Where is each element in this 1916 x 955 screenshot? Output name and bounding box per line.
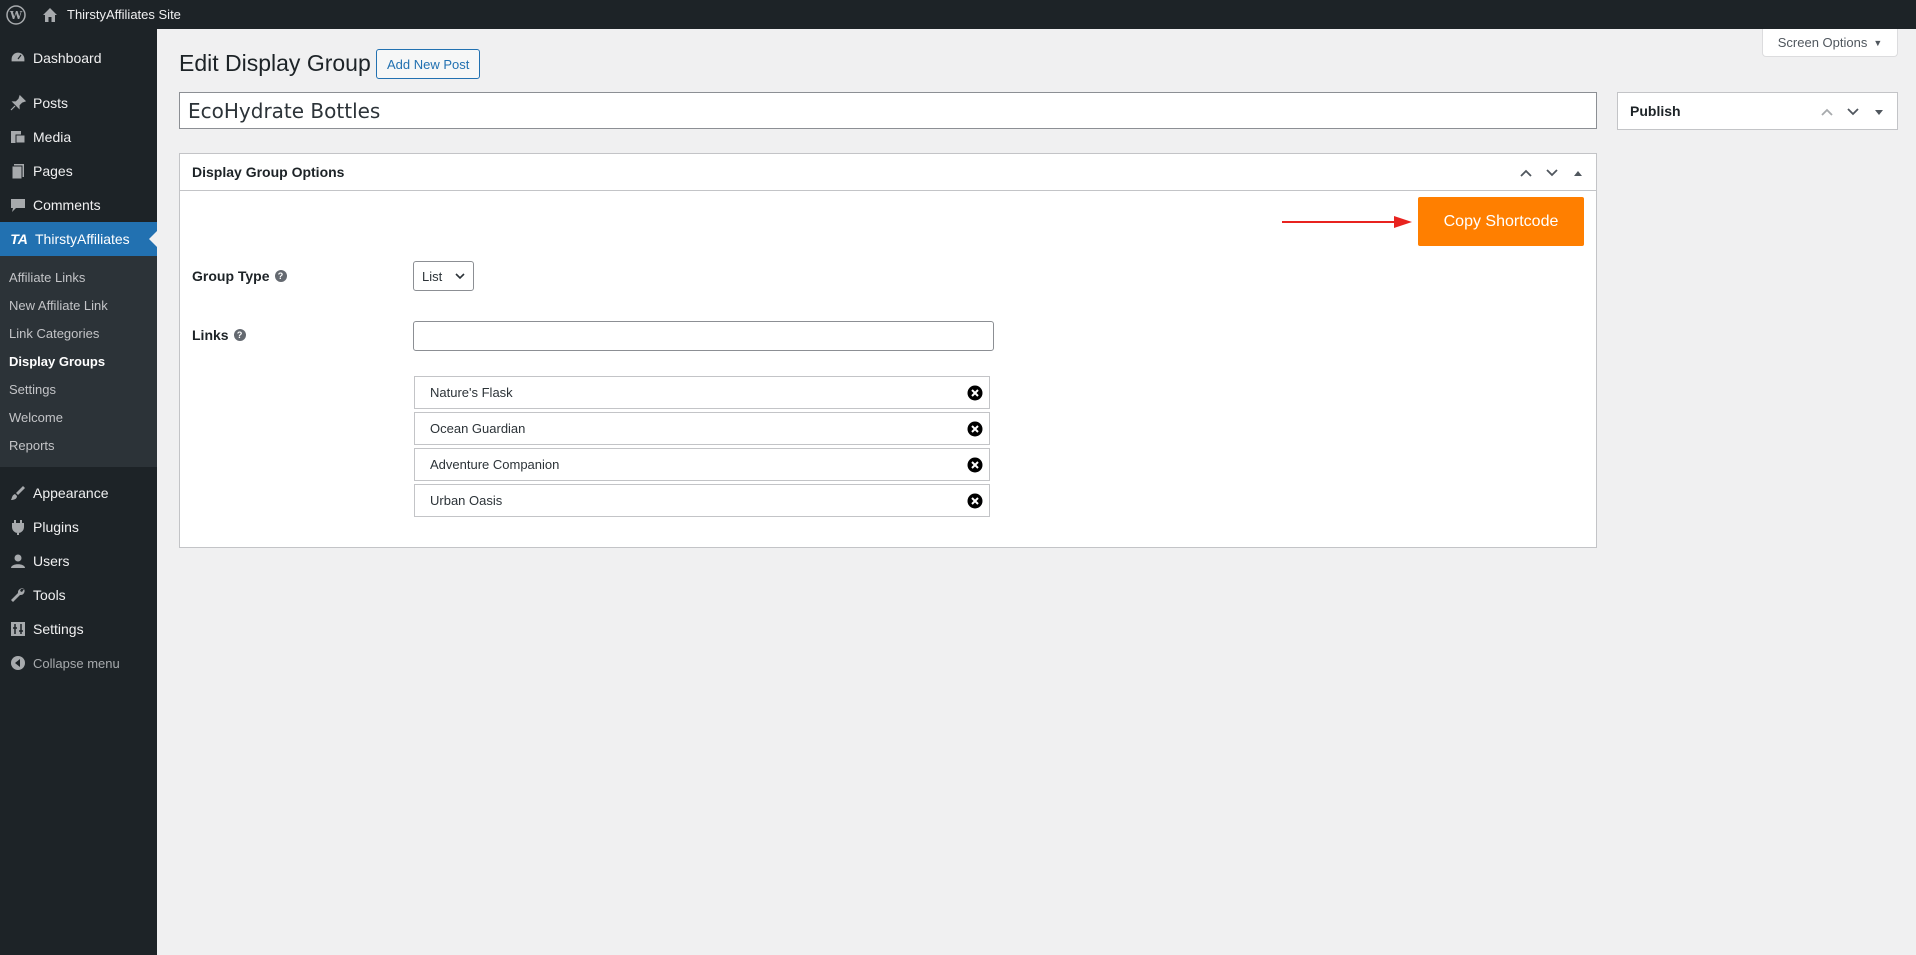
pages-icon [8,161,28,181]
menu-label: Posts [33,95,69,111]
media-icon [8,127,28,147]
chevron-down-icon [455,273,465,280]
menu-label: Settings [33,621,84,637]
brush-icon [8,483,28,503]
menu-label: Media [33,129,72,145]
links-text: Links [192,327,229,343]
group-type-label: Group Type ? [192,268,287,284]
remove-link-icon[interactable] [967,421,983,437]
add-new-post-button[interactable]: Add New Post [376,49,481,79]
move-down-icon[interactable] [1540,161,1564,185]
comments-icon [8,195,28,215]
remove-link-icon[interactable] [967,493,983,509]
submenu-settings[interactable]: Settings [0,375,157,403]
publish-box-header[interactable]: Publish [1618,93,1897,129]
ta-logo-icon: TA [10,231,28,247]
menu-media[interactable]: Media [0,120,157,154]
submenu-affiliate-links[interactable]: Affiliate Links [0,263,157,291]
home-icon[interactable] [42,6,60,24]
menu-tools[interactable]: Tools [0,578,157,612]
options-box-header[interactable]: Display Group Options [180,154,1596,191]
svg-text:W: W [9,9,23,22]
help-icon[interactable]: ? [233,329,246,341]
menu-pages[interactable]: Pages [0,154,157,188]
screen-options-button[interactable]: Screen Options ▼ [1762,29,1898,57]
menu-label: ThirstyAffiliates [35,231,130,247]
list-item: Ocean Guardian [414,412,990,445]
menu-label: Tools [33,587,66,603]
move-up-icon[interactable] [1815,100,1839,124]
list-item: Adventure Companion [414,448,990,481]
submenu-new-affiliate-link[interactable]: New Affiliate Link [0,291,157,319]
menu-users[interactable]: Users [0,544,157,578]
collapse-menu-button[interactable]: Collapse menu [0,646,157,680]
move-down-icon[interactable] [1841,100,1865,124]
thirstyaffiliates-submenu: Affiliate Links New Affiliate Link Link … [0,256,157,467]
menu-settings[interactable]: Settings [0,612,157,646]
group-type-value: List [422,268,443,284]
toggle-panel-icon[interactable] [1867,100,1891,124]
group-type-select[interactable]: List [413,261,474,291]
menu-label: Pages [33,163,73,179]
admin-bar: W ThirstyAffiliates Site [0,0,1916,29]
link-name: Urban Oasis [430,493,503,508]
plugin-icon [8,517,28,537]
admin-sidebar: Dashboard Posts Media Pages Comments TA … [0,29,157,955]
list-item: Urban Oasis [414,484,990,517]
submenu-welcome[interactable]: Welcome [0,403,157,431]
submenu-link-categories[interactable]: Link Categories [0,319,157,347]
publish-box: Publish [1617,92,1898,130]
menu-thirstyaffiliates[interactable]: TA ThirstyAffiliates [0,222,157,256]
red-arrow-annotation [1282,216,1412,228]
screen-options-label: Screen Options [1777,35,1868,50]
help-icon[interactable]: ? [274,270,287,282]
group-type-text: Group Type [192,268,270,284]
toggle-panel-icon[interactable] [1566,161,1590,185]
menu-posts[interactable]: Posts [0,86,157,120]
links-search-input[interactable] [413,321,994,351]
wordpress-logo-icon[interactable]: W [2,0,30,29]
page-title: Edit Display Group [179,50,371,76]
collapse-arrow-icon [8,653,28,673]
wrench-icon [8,585,28,605]
publish-box-title: Publish [1630,103,1681,119]
move-up-icon[interactable] [1514,161,1538,185]
submenu-reports[interactable]: Reports [0,431,157,459]
menu-label: Plugins [33,519,79,535]
links-label: Links ? [192,327,246,343]
options-box-title: Display Group Options [192,164,345,180]
menu-label: Dashboard [33,50,102,66]
menu-appearance[interactable]: Appearance [0,476,157,510]
caret-down-icon: ▼ [1873,37,1883,48]
link-name: Ocean Guardian [430,421,526,436]
post-title-input[interactable]: EcoHydrate Bottles [179,92,1597,129]
menu-label: Comments [33,197,101,213]
remove-link-icon[interactable] [967,457,983,473]
dashboard-icon [8,48,28,68]
copy-shortcode-button[interactable]: Copy Shortcode [1418,197,1584,246]
menu-plugins[interactable]: Plugins [0,510,157,544]
settings-icon [8,619,28,639]
submenu-display-groups[interactable]: Display Groups [0,347,157,375]
remove-link-icon[interactable] [967,385,983,401]
menu-label: Users [33,553,70,569]
menu-label: Appearance [33,485,109,501]
pin-icon [8,93,28,113]
link-name: Adventure Companion [430,457,560,472]
users-icon [8,551,28,571]
site-name-link[interactable]: ThirstyAffiliates Site [67,7,181,22]
menu-comments[interactable]: Comments [0,188,157,222]
collapse-menu-label: Collapse menu [33,655,120,671]
menu-dashboard[interactable]: Dashboard [0,40,157,76]
link-name: Nature's Flask [430,385,513,400]
list-item: Nature's Flask [414,376,990,409]
